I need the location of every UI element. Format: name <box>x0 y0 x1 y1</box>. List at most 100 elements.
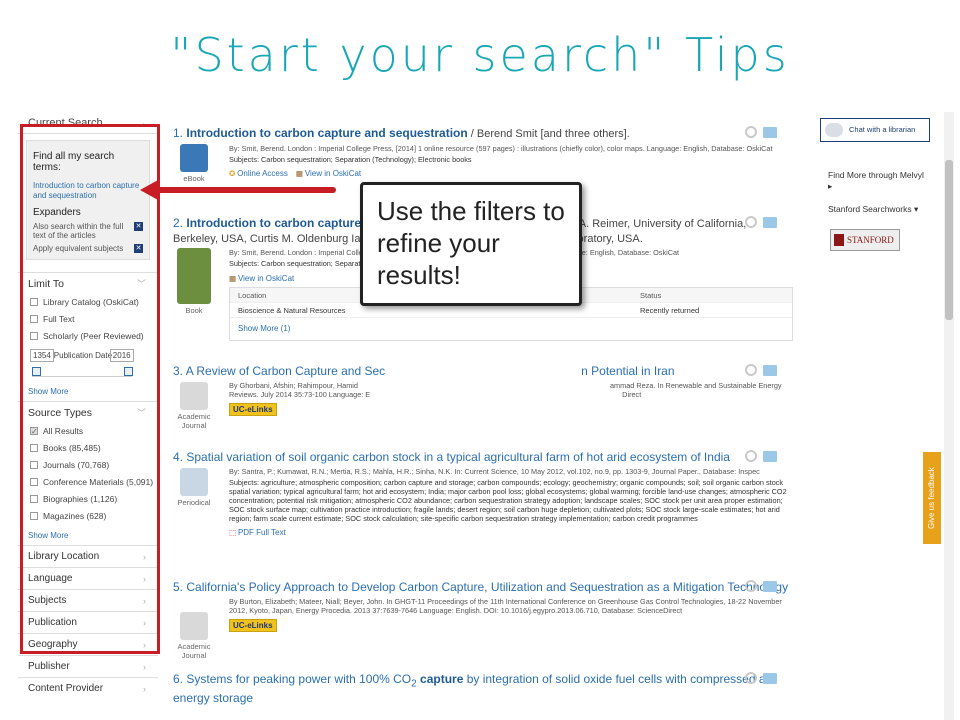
limit-option-label: Full Text <box>43 314 75 324</box>
checkbox[interactable] <box>30 512 38 520</box>
show-more-holdings-link[interactable]: Show More (1) <box>238 324 290 333</box>
result-title[interactable]: 6. Systems for peaking power with 100% C… <box>173 672 793 705</box>
facet-library-location[interactable]: Library Location › <box>18 545 158 567</box>
date-from-input[interactable]: 1354 <box>30 349 54 362</box>
result-title-part[interactable]: Systems for peaking power with 100% CO <box>186 672 411 686</box>
limit-option[interactable]: Scholarly (Peer Reviewed) <box>18 328 158 345</box>
status-value: Recently returned <box>640 306 700 315</box>
checkbox[interactable] <box>30 461 38 469</box>
preview-icon[interactable] <box>745 216 757 228</box>
add-to-folder-icon[interactable] <box>763 127 777 138</box>
remove-expander-icon[interactable]: ✕ <box>134 244 143 253</box>
result-title-text[interactable]: Spatial variation of soil organic carbon… <box>186 450 730 464</box>
view-in-oskicat-link[interactable]: View in OskiCat <box>238 274 294 283</box>
result-actions <box>745 672 785 686</box>
feedback-tab[interactable]: Give us feedback <box>923 452 941 544</box>
chat-label: Chat with a librarian <box>849 125 916 134</box>
result-title-bold[interactable]: capture <box>417 672 463 686</box>
result-title[interactable]: 1. Introduction to carbon capture and se… <box>173 126 793 141</box>
date-to-input[interactable]: 2016 <box>109 349 134 362</box>
limit-option[interactable]: Library Catalog (OskiCat) <box>18 294 158 311</box>
view-in-oskicat-link[interactable]: View in OskiCat <box>305 169 361 178</box>
slide-title: "Start your search" Tips <box>170 28 790 82</box>
facet-content-provider[interactable]: Content Provider › <box>18 677 158 699</box>
source-types-header[interactable]: Source Types ﹀ <box>18 401 158 423</box>
chevron-right-icon: › <box>143 574 146 584</box>
callout-box: Use the filters to refine your results! <box>360 182 582 306</box>
format-ebook: eBook <box>173 144 215 183</box>
add-to-folder-icon[interactable] <box>763 217 777 228</box>
limit-to-label: Limit To <box>28 278 64 290</box>
result-title-text[interactable]: A Review of Carbon Capture and Sec <box>186 364 385 378</box>
preview-icon[interactable] <box>745 450 757 462</box>
chat-with-librarian-button[interactable]: Chat with a librarian <box>820 118 930 142</box>
source-option-label: Conference Materials (5,091) <box>43 477 154 487</box>
stanford-logo[interactable]: STANFORD <box>830 229 900 251</box>
current-search-header[interactable]: Current Search ︿ <box>18 112 158 134</box>
source-option[interactable]: Conference Materials (5,091) <box>18 474 158 491</box>
show-more-link[interactable]: Show More <box>18 527 158 545</box>
remove-expander-icon[interactable]: ✕ <box>134 222 143 231</box>
online-access-link[interactable]: Online Access <box>237 169 288 178</box>
result-byline: By Ghorbani, Afshin; Rahimpour, Hamid amm… <box>229 381 793 390</box>
search-term-link[interactable]: Introduction to carbon capture and seque… <box>33 181 143 201</box>
facet-label: Publisher <box>28 661 70 672</box>
show-more-link[interactable]: Show More <box>18 383 158 401</box>
checkbox[interactable] <box>30 315 38 323</box>
source-option-label: Books (85,485) <box>43 443 101 453</box>
facet-geography[interactable]: Geography › <box>18 633 158 655</box>
facet-label: Publication <box>28 617 77 628</box>
result-title[interactable]: 4. Spatial variation of soil organic car… <box>173 450 793 464</box>
callout-arrow <box>146 187 336 193</box>
source-option[interactable]: Biographies (1,126) <box>18 491 158 508</box>
checkbox[interactable] <box>30 444 38 452</box>
result-title-text[interactable]: Introduction to carbon capture and seque… <box>186 126 467 140</box>
preview-icon[interactable] <box>745 364 757 376</box>
result-actions <box>745 126 785 140</box>
checkbox[interactable] <box>30 298 38 306</box>
date-slider[interactable] <box>32 367 133 377</box>
add-to-folder-icon[interactable] <box>763 365 777 376</box>
facet-publication[interactable]: Publication › <box>18 611 158 633</box>
source-option[interactable]: All Results <box>18 423 158 440</box>
checkbox-checked[interactable] <box>30 423 38 440</box>
slider-handle-left[interactable] <box>32 367 41 376</box>
expanders-title: Expanders <box>33 207 81 218</box>
result-links: ⬚ PDF Full Text <box>229 528 793 537</box>
pdf-full-text-link[interactable]: PDF Full Text <box>238 528 286 537</box>
checkbox[interactable] <box>30 478 38 486</box>
limit-option-label: Scholarly (Peer Reviewed) <box>43 331 144 341</box>
slider-handle-right[interactable] <box>124 367 133 376</box>
preview-icon[interactable] <box>745 580 757 592</box>
checkbox[interactable] <box>30 332 38 340</box>
source-option[interactable]: Books (85,485) <box>18 440 158 457</box>
find-more-melvyl-link[interactable]: Find More through Melvyl ▸ <box>828 170 928 192</box>
add-to-folder-icon[interactable] <box>763 673 777 684</box>
stanford-searchworks-link[interactable]: Stanford Searchworks ▾ <box>828 204 954 215</box>
facet-publisher[interactable]: Publisher › <box>18 655 158 677</box>
source-option[interactable]: Journals (70,768) <box>18 457 158 474</box>
add-to-folder-icon[interactable] <box>763 581 777 592</box>
result-details: By Ghorbani, Afshin; Rahimpour, Hamid amm… <box>229 381 793 416</box>
uc-elinks-button[interactable]: UC-eLinks <box>229 619 277 632</box>
scrollbar-thumb[interactable] <box>945 160 953 320</box>
format-label: Periodical <box>177 498 211 507</box>
scrollbar[interactable] <box>944 112 954 720</box>
facet-language[interactable]: Language › <box>18 567 158 589</box>
facet-subjects[interactable]: Subjects › <box>18 589 158 611</box>
limit-option[interactable]: Full Text <box>18 311 158 328</box>
source-option[interactable]: Magazines (628) <box>18 508 158 525</box>
result-title-tail[interactable]: n Potential in Iran <box>581 364 674 378</box>
result-title-text[interactable]: California's Policy Approach to Develop … <box>186 580 788 594</box>
result-title[interactable]: 3. A Review of Carbon Capture and Sec n P… <box>173 364 793 378</box>
preview-icon[interactable] <box>745 126 757 138</box>
oskicat-icon: ▦ <box>229 274 236 283</box>
facet-label: Language <box>28 573 73 584</box>
result-title[interactable]: 5. California's Policy Approach to Devel… <box>173 580 793 594</box>
uc-elinks-button[interactable]: UC-eLinks <box>229 403 277 416</box>
preview-icon[interactable] <box>745 672 757 684</box>
limit-to-header[interactable]: Limit To ﹀ <box>18 272 158 294</box>
add-to-folder-icon[interactable] <box>763 451 777 462</box>
checkbox[interactable] <box>30 495 38 503</box>
result-number: 1. <box>173 126 184 140</box>
